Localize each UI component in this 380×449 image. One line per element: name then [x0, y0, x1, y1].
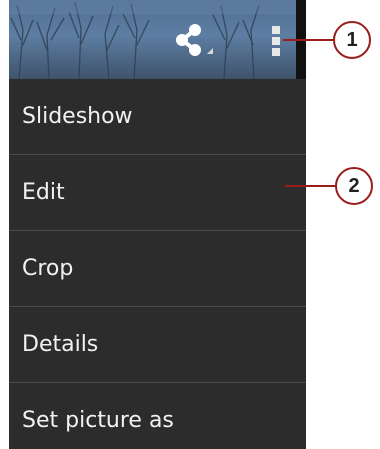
- share-button[interactable]: [169, 20, 219, 70]
- callout-2-badge: 2: [335, 167, 373, 205]
- callout-1-line: [283, 39, 335, 41]
- menu-item-label: Crop: [22, 256, 74, 281]
- menu-item-label: Slideshow: [22, 104, 133, 129]
- menu-item-set-picture-as[interactable]: Set picture as: [9, 383, 306, 449]
- menu-item-slideshow[interactable]: Slideshow: [9, 79, 306, 155]
- photo-action-bar: [9, 0, 306, 79]
- phone-screen: Slideshow Edit Crop Details Set picture …: [9, 0, 306, 449]
- overflow-menu-icon: [272, 26, 280, 34]
- share-icon: [176, 24, 213, 56]
- overflow-menu-button[interactable]: [269, 26, 283, 62]
- tree-branches-background: [9, 0, 306, 79]
- menu-item-label: Set picture as: [22, 408, 174, 433]
- menu-item-label: Details: [22, 332, 99, 357]
- callout-2-number: 2: [348, 174, 360, 197]
- menu-item-crop[interactable]: Crop: [9, 231, 306, 307]
- callout-1-badge: 1: [333, 21, 371, 59]
- menu-item-edit[interactable]: Edit: [9, 155, 306, 231]
- callout-1-number: 1: [346, 28, 358, 51]
- callout-2-line: [285, 185, 337, 187]
- overflow-menu: Slideshow Edit Crop Details Set picture …: [9, 79, 306, 449]
- menu-item-label: Edit: [22, 180, 65, 205]
- menu-item-details[interactable]: Details: [9, 307, 306, 383]
